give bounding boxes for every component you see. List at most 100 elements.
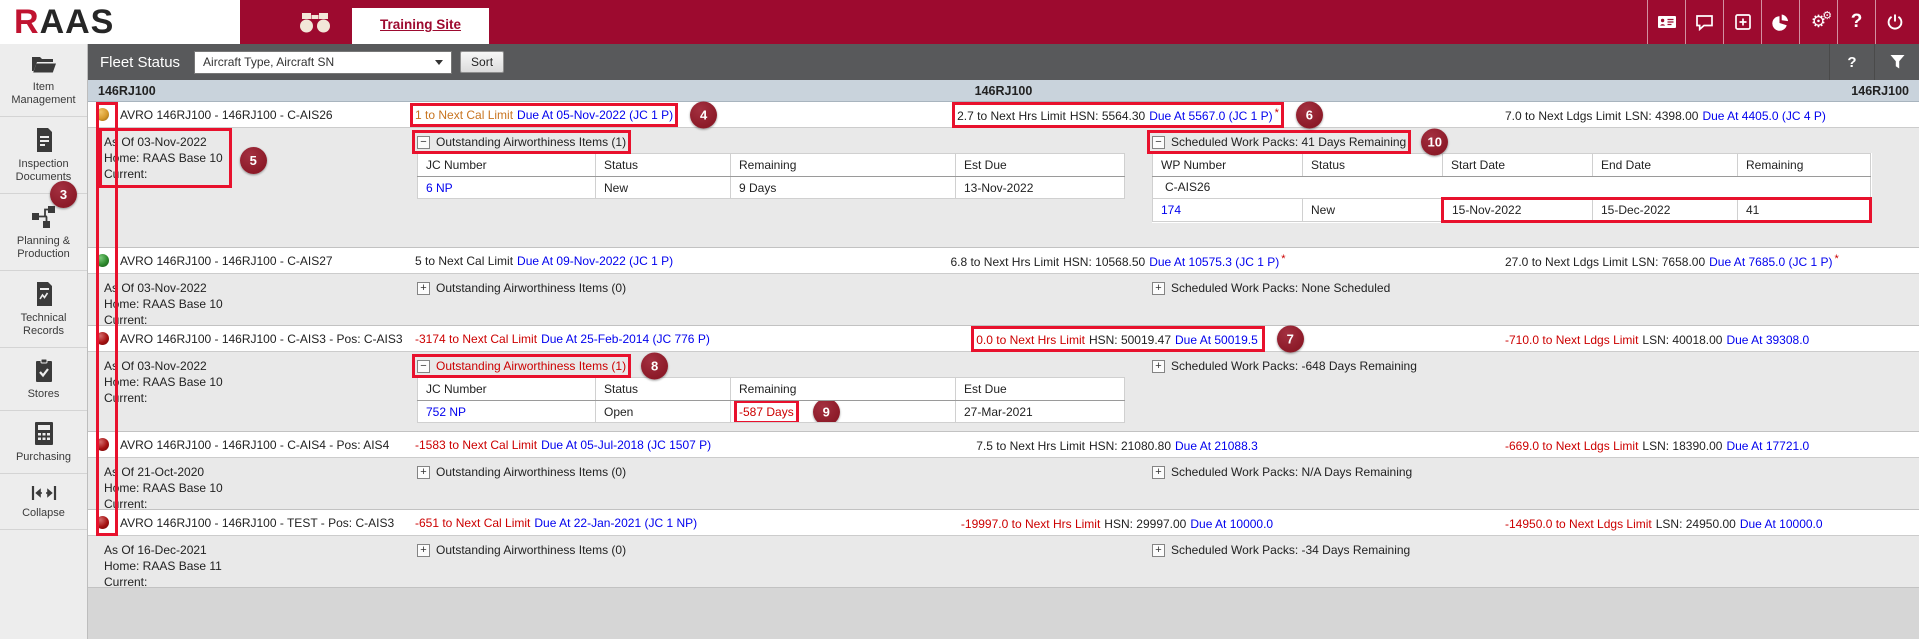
alert-asterisk: *	[1281, 253, 1285, 265]
sidebar-item-label: Inspection Documents	[2, 158, 85, 184]
pie-chart-icon[interactable]	[1761, 0, 1799, 44]
hrs-due-link[interactable]: Due At 50019.5	[1175, 333, 1258, 347]
expand-toggle-icon[interactable]: +	[1152, 282, 1165, 295]
cal-due-link[interactable]: Due At 05-Jul-2018 (JC 1507 P)	[541, 438, 711, 452]
sidebar-item-planning-production[interactable]: 3 Planning & Production	[0, 194, 87, 271]
binoculars-icon	[298, 0, 332, 44]
col-header: Status	[1303, 154, 1443, 177]
sidebar-item-label: Stores	[2, 388, 85, 401]
cal-limit-text: -651 to Next Cal Limit	[415, 516, 530, 530]
annotation-badge-7: 7	[1277, 325, 1304, 352]
sort-field-select[interactable]: Aircraft Type, Aircraft SN	[194, 51, 452, 74]
ldgs-due-link[interactable]: Due At 17721.0	[1726, 439, 1809, 453]
hrs-due-link[interactable]: Due At 10575.3 (JC 1 P)	[1149, 255, 1279, 269]
sidebar-item-label: Purchasing	[2, 451, 85, 464]
cal-due-link[interactable]: Due At 09-Nov-2022 (JC 1 P)	[517, 254, 673, 268]
annotation-badge-3: 3	[50, 181, 77, 208]
sidebar-item-inspection-documents[interactable]: Inspection Documents	[0, 117, 87, 194]
col-header: Est Due	[956, 154, 1125, 177]
status-indicator	[96, 108, 109, 121]
expand-toggle-icon[interactable]: +	[1152, 544, 1165, 557]
technical-records-icon	[2, 281, 85, 307]
hrs-due-link[interactable]: Due At 21088.3	[1175, 439, 1258, 453]
aircraft-detail-row: As Of 03-Nov-2022 Home: RAAS Base 10 Cur…	[88, 352, 1919, 432]
annotation-badge-10: 10	[1421, 129, 1448, 156]
table-row: 174New15-Nov-202215-Dec-202241	[1153, 199, 1871, 222]
as-of-date: As Of 03-Nov-2022	[104, 134, 223, 150]
expand-toggle-icon[interactable]: +	[417, 282, 430, 295]
chat-icon[interactable]	[1685, 0, 1723, 44]
aircraft-row: AVRO 146RJ100 - 146RJ100 - C-AIS27 5 to …	[88, 248, 1919, 274]
hrs-limit-cell: 7.5 to Next Hrs LimitHSN: 21080.80Due At…	[976, 437, 1260, 453]
annotation-badge-8: 8	[641, 353, 668, 380]
hrs-due-link[interactable]: Due At 5567.0 (JC 1 P)	[1149, 109, 1272, 123]
ldgs-lsn-text: LSN: 24950.00	[1656, 517, 1736, 531]
power-icon[interactable]	[1875, 0, 1913, 44]
current-label: Current:	[104, 390, 223, 406]
expand-toggle-icon[interactable]: +	[417, 544, 430, 557]
cal-due-link[interactable]: Due At 22-Jan-2021 (JC 1 NP)	[534, 516, 697, 530]
filter-funnel-icon[interactable]	[1875, 54, 1919, 70]
id-card-icon[interactable]	[1647, 0, 1685, 44]
aircraft-name: AVRO 146RJ100 - 146RJ100 - C-AIS26	[120, 108, 415, 122]
status-indicator	[96, 516, 109, 529]
hrs-due-link[interactable]: Due At 10000.0	[1190, 517, 1273, 531]
ldgs-limit-text: -14950.0 to Next Ldgs Limit	[1505, 517, 1652, 531]
work-packs-label: Scheduled Work Packs: 41 Days Remaining	[1171, 135, 1406, 149]
sort-button[interactable]: Sort	[460, 51, 504, 73]
current-label: Current:	[104, 312, 223, 328]
airworthiness-table: JC NumberStatusRemainingEst Due 6 NPNew9…	[417, 153, 1125, 199]
ldgs-due-link[interactable]: Due At 4405.0 (JC 4 P)	[1702, 109, 1825, 123]
as-of-block: As Of 03-Nov-2022 Home: RAAS Base 10 Cur…	[104, 357, 227, 407]
wp-status: New	[1303, 199, 1443, 222]
nav-icon-group: ⚙⚙ ?	[1647, 0, 1913, 44]
ldgs-due-link[interactable]: Due At 39308.0	[1726, 333, 1809, 347]
group-header-center: 146RJ100	[88, 80, 1919, 102]
aircraft-detail-row: As Of 03-Nov-2022 Home: RAAS Base 10 Cur…	[88, 274, 1919, 326]
sidebar-item-collapse[interactable]: Collapse	[0, 474, 87, 530]
collapse-toggle-icon[interactable]: −	[417, 136, 430, 149]
jc-number-link[interactable]: 6 NP	[426, 181, 453, 195]
table-row: 6 NPNew9 Days13-Nov-2022	[418, 177, 1125, 199]
new-window-icon[interactable]	[1723, 0, 1761, 44]
sidebar-item-purchasing[interactable]: Purchasing	[0, 411, 87, 474]
expand-toggle-icon[interactable]: +	[1152, 466, 1165, 479]
ldgs-due-link[interactable]: Due At 10000.0	[1740, 517, 1823, 531]
airworthiness-toggle-row: +Outstanding Airworthiness Items (0)	[417, 543, 626, 557]
expand-toggle-icon[interactable]: +	[1152, 360, 1165, 373]
jc-number-link[interactable]: 752 NP	[426, 405, 466, 419]
airworthiness-toggle-row: −Outstanding Airworthiness Items (1)	[417, 135, 626, 149]
sidebar-item-item-management[interactable]: Item Management	[0, 44, 87, 117]
settings-gears-icon[interactable]: ⚙⚙	[1799, 0, 1837, 44]
col-header: WP Number	[1153, 154, 1303, 177]
wp-number-link[interactable]: 174	[1161, 203, 1181, 217]
raas-logo: RAAS	[0, 0, 240, 44]
hrs-hsn-text: HSN: 29997.00	[1104, 517, 1186, 531]
collapse-toggle-icon[interactable]: −	[417, 360, 430, 373]
col-header: Status	[596, 378, 731, 401]
jc-est-due: 27-Mar-2021	[956, 401, 1125, 423]
collapse-toggle-icon[interactable]: −	[1152, 136, 1165, 149]
ldgs-limit-cell: -14950.0 to Next Ldgs Limit LSN: 24950.00…	[1505, 517, 1825, 531]
ldgs-limit-cell: -669.0 to Next Ldgs LimitLSN: 18390.00Du…	[1505, 439, 1811, 453]
current-label: Current:	[104, 574, 222, 590]
current-label: Current:	[104, 496, 223, 512]
work-packs-toggle-row: +Scheduled Work Packs: N/A Days Remainin…	[1152, 465, 1412, 479]
help-icon[interactable]: ?	[1837, 0, 1875, 44]
ldgs-due-link[interactable]: Due At 7685.0 (JC 1 P)	[1709, 255, 1832, 269]
status-indicator	[96, 254, 109, 267]
table-row: 752 NPOpen-587 Days927-Mar-2021	[418, 401, 1125, 423]
tab-training-site[interactable]: Training Site	[352, 8, 489, 44]
expand-toggle-icon[interactable]: +	[417, 466, 430, 479]
sidebar-item-label: Collapse	[2, 507, 85, 520]
toolbar-help-icon[interactable]: ?	[1830, 54, 1874, 71]
cal-due-link[interactable]: Due At 05-Nov-2022 (JC 1 P)	[517, 108, 673, 122]
current-label: Current:	[104, 166, 223, 182]
sidebar-item-stores[interactable]: Stores	[0, 348, 87, 411]
sidebar-item-technical-records[interactable]: Technical Records	[0, 271, 87, 348]
annotation-badge-9: 9	[813, 401, 840, 423]
jc-status: New	[596, 177, 731, 199]
toolbar-right-icons: ?	[1829, 44, 1919, 80]
cal-limit-text: -3174 to Next Cal Limit	[415, 332, 537, 346]
cal-due-link[interactable]: Due At 25-Feb-2014 (JC 776 P)	[541, 332, 710, 346]
